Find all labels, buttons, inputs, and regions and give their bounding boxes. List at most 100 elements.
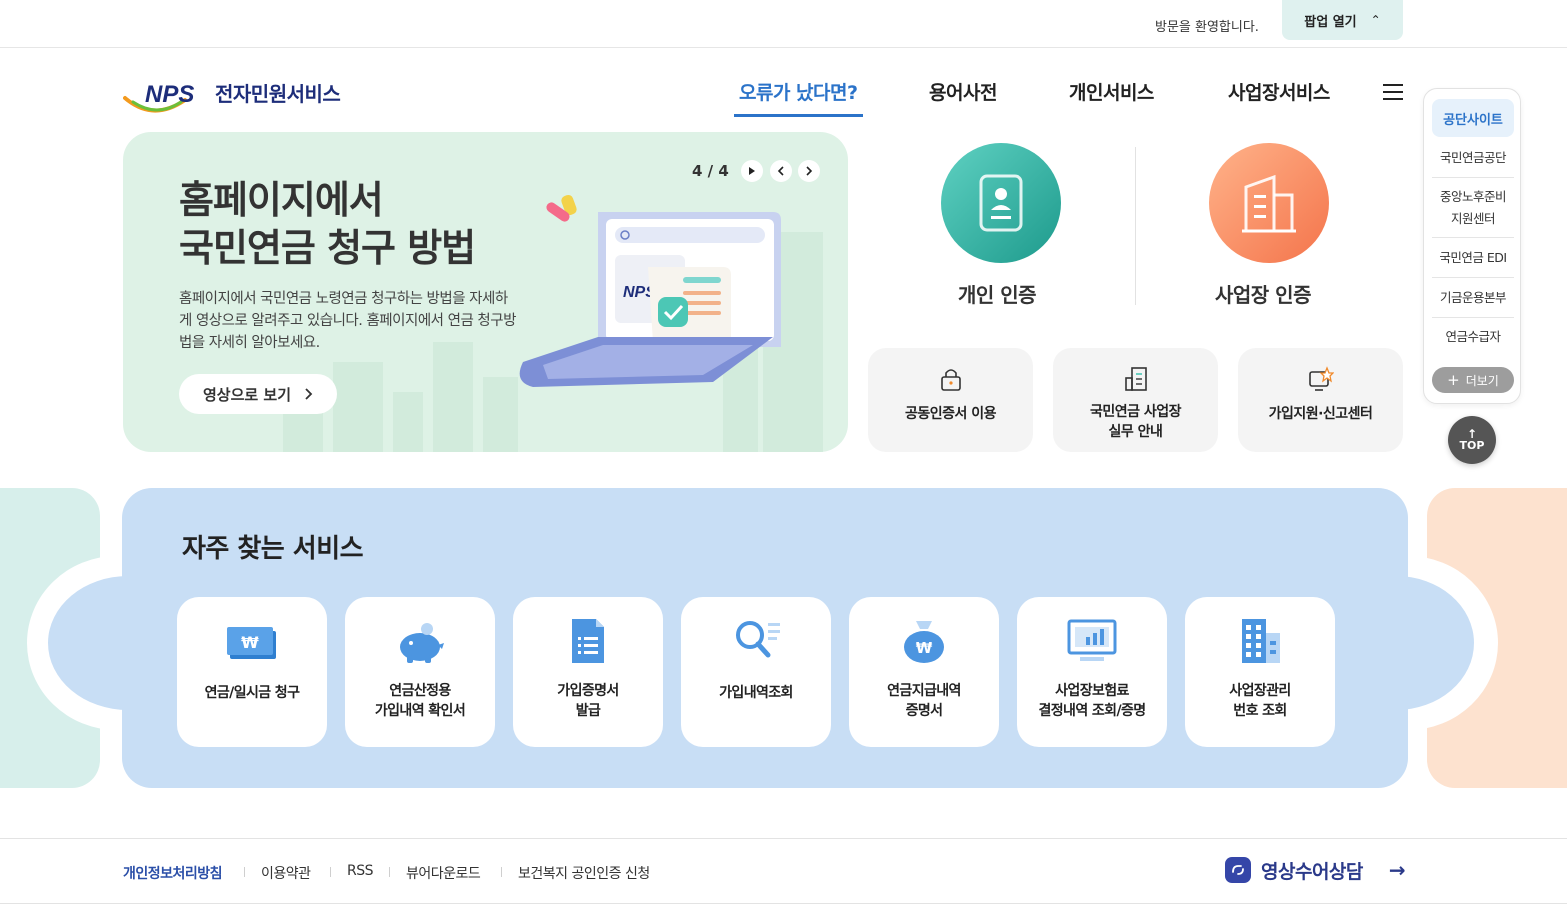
play-button[interactable] bbox=[741, 160, 763, 182]
side-item-edi[interactable]: 국민연금 EDI bbox=[1432, 247, 1514, 269]
quick-joint-certificate[interactable]: 공동인증서 이용 bbox=[868, 348, 1033, 452]
service-join-history[interactable]: 가입내역조회 bbox=[681, 597, 831, 747]
logo-text: 전자민원서비스 bbox=[215, 82, 341, 106]
arrow-right-icon: → bbox=[1388, 858, 1406, 882]
service-pension-calc-confirm[interactable]: 연금산정용 가입내역 확인서 bbox=[345, 597, 495, 747]
service-label: 사업장보험료 결정내역 조회/증명 bbox=[1017, 681, 1167, 721]
building-icon bbox=[1242, 174, 1296, 233]
top-utility-bar: 방문을 환영합니다. 팝업 열기 ⌃ bbox=[0, 0, 1567, 48]
footer-cert-apply[interactable]: 보건복지 공인인증 신청 bbox=[518, 863, 650, 883]
side-item-pensioner[interactable]: 연금수급자 bbox=[1432, 326, 1514, 348]
personal-auth-button[interactable] bbox=[941, 143, 1061, 263]
nav-glossary[interactable]: 용어사전 bbox=[929, 78, 997, 105]
service-label-line1: 연금지급내역 bbox=[887, 683, 961, 699]
service-label-line2: 증명서 bbox=[905, 703, 943, 719]
personal-auth-label[interactable]: 개인 인증 bbox=[958, 279, 1037, 308]
service-label-line1: 연금산정용 bbox=[389, 683, 451, 699]
watch-video-label: 영상으로 보기 bbox=[202, 385, 292, 404]
money-bag-icon: ₩ bbox=[904, 621, 944, 663]
svg-text:₩: ₩ bbox=[916, 639, 933, 657]
business-auth-label[interactable]: 사업장 인증 bbox=[1215, 279, 1311, 308]
menu-icon[interactable] bbox=[1383, 84, 1403, 100]
hero-title-line1: 홈페이지에서 bbox=[179, 178, 384, 222]
quick-card-label-line2: 실무 안내 bbox=[1108, 424, 1163, 440]
sign-language-consult-link[interactable]: 영상수어상담 → bbox=[1225, 856, 1406, 884]
lock-icon bbox=[941, 369, 961, 391]
auth-divider bbox=[1135, 147, 1136, 305]
quick-support-center[interactable]: 가입지원·신고센터 bbox=[1238, 348, 1403, 452]
service-label-line2: 결정내역 조회/증명 bbox=[1038, 703, 1146, 719]
document-list-icon bbox=[572, 619, 604, 663]
agency-sites-header[interactable]: 공단사이트 bbox=[1432, 99, 1514, 137]
side-item-nps[interactable]: 국민연금공단 bbox=[1432, 147, 1514, 169]
side-divider bbox=[1432, 237, 1514, 238]
side-divider bbox=[1432, 177, 1514, 178]
business-auth-button[interactable] bbox=[1209, 143, 1329, 263]
service-business-number[interactable]: 사업장관리 번호 조회 bbox=[1185, 597, 1335, 747]
service-join-certificate[interactable]: 가입증명서 발급 bbox=[513, 597, 663, 747]
top-label: TOP bbox=[1459, 439, 1485, 452]
office-building-icon bbox=[1242, 619, 1280, 663]
chevron-left-icon bbox=[777, 166, 784, 176]
sign-language-consult-label: 영상수어상담 bbox=[1261, 860, 1363, 883]
chevron-up-icon: ⌃ bbox=[1370, 13, 1381, 27]
side-item-fund-management[interactable]: 기금운용본부 bbox=[1432, 287, 1514, 309]
footer-viewer-download[interactable]: 뷰어다운로드 bbox=[406, 863, 481, 883]
site-logo[interactable]: NPS 전자민원서비스 bbox=[123, 72, 363, 120]
service-label-line2: 번호 조회 bbox=[1233, 703, 1287, 719]
magnifier-list-icon bbox=[736, 621, 780, 658]
footer-terms[interactable]: 이용약관 bbox=[261, 863, 311, 883]
service-label-line1: 사업장관리 bbox=[1229, 683, 1291, 699]
quick-card-label: 가입지원·신고센터 bbox=[1268, 406, 1373, 422]
side-item-retirement-center[interactable]: 중앙노후준비 지원센터 bbox=[1432, 186, 1514, 230]
service-label: 연금/일시금 청구 bbox=[204, 685, 300, 701]
service-pension-claim[interactable]: ₩ 연금/일시금 청구 bbox=[177, 597, 327, 747]
prev-slide-button[interactable] bbox=[770, 160, 792, 182]
footer-rss[interactable]: RSS bbox=[347, 863, 374, 879]
slide-counter: 4 / 4 bbox=[692, 162, 729, 180]
hero-banner: 홈페이지에서 국민연금 청구 방법 홈페이지에서 국민연금 노령연금 청구하는 … bbox=[123, 132, 848, 452]
popup-open-button[interactable]: 팝업 열기 ⌃ bbox=[1282, 0, 1403, 40]
nav-personal-service[interactable]: 개인서비스 bbox=[1069, 78, 1154, 105]
id-card-icon bbox=[979, 174, 1023, 232]
side-divider bbox=[1432, 277, 1514, 278]
service-business-premium[interactable]: 사업장보험료 결정내역 조회/증명 bbox=[1017, 597, 1167, 747]
hero-title: 홈페이지에서 국민연금 청구 방법 bbox=[179, 176, 476, 272]
service-label: 연금산정용 가입내역 확인서 bbox=[345, 681, 495, 721]
sign-language-icon bbox=[1225, 857, 1251, 883]
side-divider bbox=[1432, 317, 1514, 318]
quick-business-guide[interactable]: 국민연금 사업장 실무 안내 bbox=[1053, 348, 1218, 452]
plus-icon: + bbox=[1447, 371, 1460, 389]
more-sites-button[interactable]: + 더보기 bbox=[1432, 367, 1514, 393]
service-label-line2: 가입내역 확인서 bbox=[374, 703, 466, 719]
right-bump bbox=[1318, 576, 1474, 710]
service-label: 사업장관리 번호 조회 bbox=[1185, 681, 1335, 721]
service-label: 가입증명서 발급 bbox=[513, 681, 663, 721]
nav-error-help[interactable]: 오류가 났다면? bbox=[739, 78, 858, 105]
service-label: 연금지급내역 증명서 bbox=[849, 681, 999, 721]
next-slide-button[interactable] bbox=[798, 160, 820, 182]
chevron-right-icon bbox=[806, 166, 813, 176]
hero-description: 홈페이지에서 국민연금 노령연금 청구하는 방법을 자세하게 영상으로 알려주고… bbox=[179, 291, 516, 351]
monitor-star-icon bbox=[1309, 366, 1334, 391]
service-payment-certificate[interactable]: ₩ 연금지급내역 증명서 bbox=[849, 597, 999, 747]
welcome-text: 방문을 환영합니다. bbox=[1155, 20, 1259, 35]
frequent-services-title: 자주 찾는 서비스 bbox=[182, 534, 364, 564]
play-icon bbox=[749, 167, 755, 175]
footer-privacy-policy[interactable]: 개인정보처리방침 bbox=[123, 863, 223, 883]
scroll-top-button[interactable]: ↑ TOP bbox=[1448, 416, 1496, 464]
watch-video-button[interactable]: 영상으로 보기 bbox=[179, 374, 337, 414]
service-label: 가입내역조회 bbox=[719, 685, 793, 701]
footer: 개인정보처리방침 이용약관 RSS 뷰어다운로드 보건복지 공인인증 신청 영상… bbox=[0, 838, 1567, 904]
agency-sites-menu: 공단사이트 국민연금공단 중앙노후준비 지원센터 국민연금 EDI 기금운용본부… bbox=[1423, 88, 1521, 404]
svg-text:₩: ₩ bbox=[241, 633, 259, 652]
service-label-line1: 사업장보험료 bbox=[1055, 683, 1129, 699]
logo-mark: NPS bbox=[145, 81, 194, 108]
nav-business-service[interactable]: 사업장서비스 bbox=[1228, 78, 1330, 105]
popup-open-label: 팝업 열기 bbox=[1304, 14, 1357, 30]
chevron-right-icon bbox=[305, 388, 313, 400]
footer-separator bbox=[244, 867, 245, 877]
side-item-retirement-center-line2: 지원센터 bbox=[1450, 211, 1496, 226]
monitor-chart-icon bbox=[1067, 619, 1117, 661]
document-icon bbox=[1125, 367, 1147, 391]
